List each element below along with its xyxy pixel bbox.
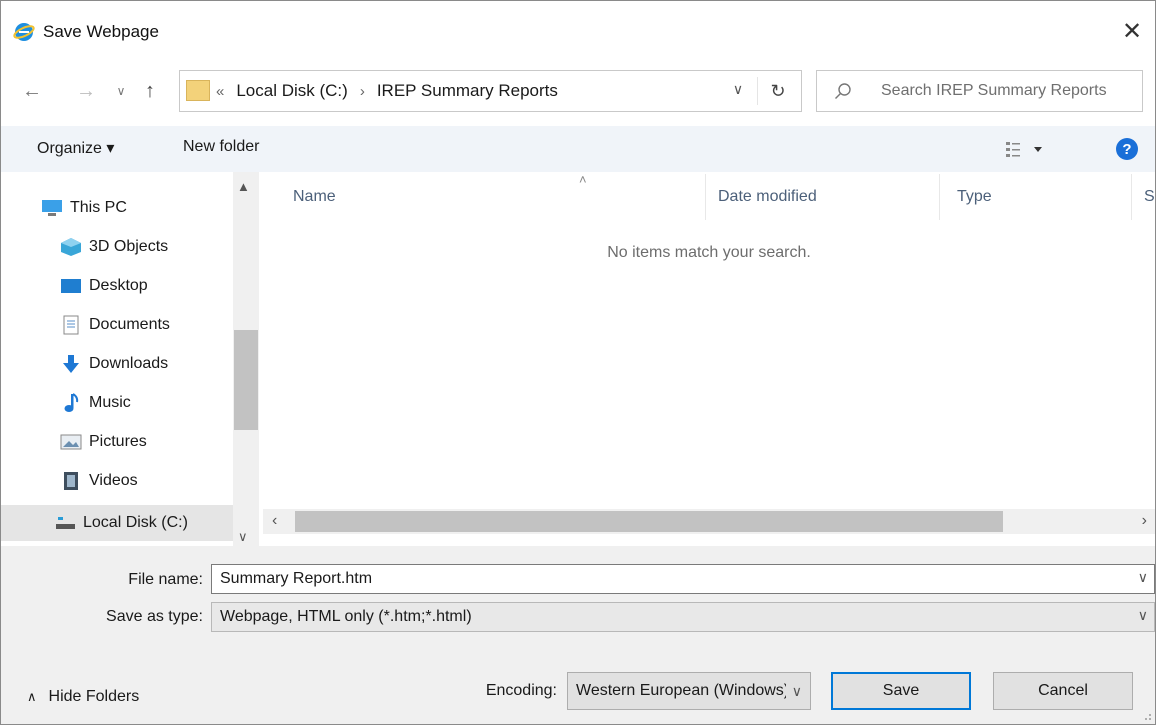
encoding-value: Western European (Windows) [576, 682, 786, 699]
this-pc-icon [40, 198, 64, 218]
column-header-type[interactable]: Type [957, 188, 992, 206]
horizontal-scrollbar[interactable]: ‹ › [263, 509, 1155, 534]
back-arrow-icon: ← [22, 79, 42, 102]
sidebar-item-label: Desktop [89, 277, 148, 294]
forward-arrow-icon: → [76, 79, 96, 102]
file-name-field[interactable]: Summary Report.htm ∨ [211, 564, 1155, 594]
sort-ascending-icon: ˄ [579, 172, 587, 187]
window-title: Save Webpage [43, 22, 159, 41]
breadcrumb: « Local Disk (C:) › IREP Summary Reports [216, 81, 558, 101]
chevron-down-icon: ∨ [732, 81, 744, 97]
sidebar-item-videos[interactable]: Videos [59, 463, 138, 499]
sidebar-item-pictures[interactable]: Pictures [59, 424, 147, 460]
navigation-bar: ← → ∨ ↑ « Local Disk (C:) › IREP Summary… [1, 61, 1155, 119]
save-as-type-value: Webpage, HTML only (*.htm;*.html) [220, 608, 472, 625]
title-bar: Save Webpage ✕ [1, 1, 1155, 61]
refresh-button[interactable]: ↻ [757, 77, 798, 105]
up-button[interactable]: ↑ [137, 78, 163, 104]
refresh-icon: ↻ [770, 80, 786, 101]
internet-explorer-icon [13, 23, 35, 41]
encoding-select[interactable]: Western European (Windows) ∨ [567, 672, 811, 710]
sidebar-item-label: Music [89, 394, 131, 411]
scroll-right-icon[interactable]: › [1142, 512, 1147, 530]
breadcrumb-item-local-disk[interactable]: Local Disk (C:) [236, 81, 347, 101]
address-dropdown-button[interactable]: ∨ [728, 81, 748, 101]
close-icon: ✕ [1121, 17, 1143, 45]
hide-folders-label: Hide Folders [48, 688, 140, 705]
chevron-down-icon[interactable]: ∨ [1138, 569, 1148, 586]
3d-objects-icon [59, 237, 83, 257]
sidebar-item-label: Videos [89, 472, 138, 489]
scroll-up-icon[interactable]: ▲ [237, 179, 250, 194]
hide-folders-button[interactable]: ∧ Hide Folders [27, 688, 139, 706]
save-button[interactable]: Save [831, 672, 971, 710]
browser-body: This PC 3D Objects Desktop Documents Dow… [1, 172, 1155, 546]
breadcrumb-item-irep-summary-reports[interactable]: IREP Summary Reports [377, 81, 558, 101]
file-list: ˄ Name Date modified Type Si No items ma… [263, 172, 1155, 546]
recent-locations-button[interactable]: ∨ [108, 78, 134, 104]
folder-icon [186, 80, 210, 101]
navigation-pane: This PC 3D Objects Desktop Documents Dow… [1, 172, 259, 546]
sidebar-item-desktop[interactable]: Desktop [59, 268, 148, 304]
column-header-name[interactable]: Name [293, 188, 336, 206]
pictures-icon [59, 432, 83, 452]
desktop-icon [59, 276, 83, 296]
help-icon[interactable]: ? [1116, 138, 1138, 160]
downloads-icon [59, 354, 83, 374]
file-name-label: File name: [128, 571, 203, 588]
search-input[interactable] [879, 78, 1141, 104]
sidebar-item-label: 3D Objects [89, 238, 169, 255]
breadcrumb-overflow[interactable]: « [216, 83, 224, 100]
column-divider[interactable] [939, 174, 940, 220]
command-toolbar: Organize ▾ New folder ? [1, 126, 1155, 172]
column-divider[interactable] [1131, 174, 1132, 220]
videos-icon [59, 471, 83, 491]
save-as-type-label: Save as type: [106, 608, 203, 625]
chevron-down-icon: ∨ [116, 84, 126, 98]
search-icon [835, 83, 851, 99]
column-header-size[interactable]: Si [1144, 188, 1155, 206]
forward-button[interactable]: → [73, 78, 99, 104]
column-header-date-modified[interactable]: Date modified [718, 188, 817, 206]
organize-button[interactable]: Organize ▾ [37, 138, 114, 158]
address-bar[interactable]: « Local Disk (C:) › IREP Summary Reports… [179, 70, 802, 112]
cancel-button[interactable]: Cancel [993, 672, 1133, 710]
chevron-down-icon: ∨ [791, 683, 802, 699]
up-arrow-icon: ↑ [145, 79, 155, 102]
documents-icon [59, 315, 83, 335]
sidebar-item-local-disk[interactable]: Local Disk (C:) [1, 505, 233, 541]
scroll-down-icon[interactable]: ∨ [238, 529, 248, 545]
sidebar-item-documents[interactable]: Documents [59, 307, 170, 343]
breadcrumb-separator[interactable]: › [360, 83, 365, 100]
resize-grip-icon[interactable] [1142, 711, 1152, 721]
empty-state-message: No items match your search. [607, 244, 811, 261]
sidebar-item-downloads[interactable]: Downloads [59, 346, 168, 382]
scroll-left-icon[interactable]: ‹ [272, 512, 277, 530]
sidebar-item-this-pc[interactable]: This PC [40, 190, 127, 226]
sidebar-item-music[interactable]: Music [59, 385, 131, 421]
chevron-up-icon: ∧ [27, 689, 37, 704]
new-folder-button[interactable]: New folder [183, 138, 259, 156]
search-box[interactable] [816, 70, 1143, 112]
music-icon [59, 393, 83, 413]
sidebar-item-label: This PC [70, 199, 127, 216]
sidebar-scrollbar-thumb[interactable] [234, 330, 258, 430]
sidebar-item-label: Downloads [89, 355, 169, 372]
close-button[interactable]: ✕ [1109, 11, 1155, 51]
save-webpage-dialog: Save Webpage ✕ ← → ∨ ↑ « Local Disk (C:)… [0, 0, 1156, 725]
sidebar-item-3d-objects[interactable]: 3D Objects [59, 229, 168, 265]
encoding-label: Encoding: [485, 682, 557, 699]
horizontal-scrollbar-thumb[interactable] [295, 511, 1003, 532]
local-disk-icon [53, 513, 77, 533]
chevron-down-icon[interactable]: ∨ [1138, 607, 1148, 624]
sidebar-item-label: Local Disk (C:) [83, 514, 188, 531]
back-button[interactable]: ← [19, 78, 45, 104]
sidebar-item-label: Documents [89, 316, 170, 333]
save-as-type-select[interactable]: Webpage, HTML only (*.htm;*.html) ∨ [211, 602, 1155, 632]
column-divider[interactable] [705, 174, 706, 220]
sidebar-item-label: Pictures [89, 433, 147, 450]
save-options-panel: File name: Summary Report.htm ∨ Save as … [1, 546, 1155, 724]
file-name-value: Summary Report.htm [220, 570, 373, 587]
view-options-icon[interactable] [1004, 139, 1050, 161]
